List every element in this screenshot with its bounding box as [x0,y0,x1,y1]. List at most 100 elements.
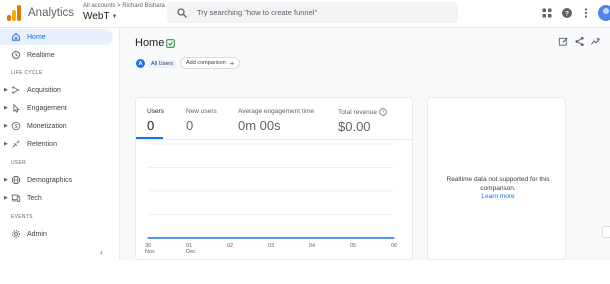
x-tick-month-label: Dec [186,249,196,255]
chart-point [188,237,190,239]
sidebar-item-acquisition[interactable]: ▶ Acquisition [0,82,113,98]
page-title: Home [135,37,165,49]
search-icon [177,7,187,18]
help-icon[interactable]: ? [561,7,573,19]
metric-avg-engagement-time[interactable]: Average engagement time 0m 00s [238,108,314,133]
sidebar-item-label: Demographics [27,176,73,184]
sidebar-item-tech[interactable]: ▶ Tech [0,190,113,206]
chart-point [229,237,231,239]
metric-value: 0 [147,118,155,133]
sidebar-item-label: Acquisition [27,86,61,94]
gear-icon [12,230,20,238]
metric-value: 0 [186,118,194,133]
edit-report-icon[interactable] [558,36,569,47]
sidebar-item-admin[interactable]: Admin [0,226,113,242]
acquisition-icon [12,86,20,94]
sidebar-item-retention[interactable]: ▶ Retention [0,136,113,152]
apps-grid-icon[interactable] [541,7,553,19]
metric-label: Total revenue [338,108,378,116]
realtime-unsupported-message: Realtime data not supported for this com… [446,176,550,192]
share-icon[interactable] [574,36,585,47]
sidebar-item-monetization[interactable]: ▶ $ Monetization [0,118,113,134]
chart-point [352,237,354,239]
home-icon [12,33,20,41]
sidebar-item-label: Tech [27,194,42,202]
segment-label: All Users [148,59,177,68]
sidebar-item-engagement[interactable]: ▶ Engagement [0,100,113,116]
globe-icon [11,175,21,185]
x-tick-label: 04 [309,243,315,249]
segment-chip-all-users[interactable]: A All Users [136,58,177,69]
sidebar-item-home[interactable]: Home [0,29,113,45]
section-label-user: USER [11,160,27,166]
metrics-chart-card: Users 0 New users 0 Average engagement t… [135,97,413,260]
sidebar-item-label: Home [27,33,46,41]
info-icon[interactable]: ? [379,108,387,116]
sidebar-item-realtime[interactable]: Realtime [0,47,113,63]
chart-point [270,237,272,239]
insights-icon[interactable] [590,36,601,47]
tech-icon [11,194,21,202]
x-tick-label: 02 [227,243,233,249]
expand-arrow-icon: ▶ [4,141,8,147]
sidebar-item-label: Engagement [27,104,67,112]
expand-arrow-icon: ▶ [4,123,8,129]
expand-arrow-icon: ▶ [4,195,8,201]
property-selector[interactable]: WebT ▼ [83,11,117,22]
feedback-button[interactable] [602,226,610,238]
sidebar-item-label: Monetization [27,122,67,130]
section-label-lifecycle: LIFE CYCLE [11,70,43,76]
metric-label: Average engagement time [238,108,315,115]
metric-new-users[interactable]: New users 0 [186,108,217,133]
metric-users[interactable]: Users 0 [147,108,164,133]
main-content: Home A All Users Add comparison + Users … [120,28,610,260]
section-label-events: EVENTS [11,214,33,220]
add-comparison-label: Add comparison [186,60,226,66]
monetization-icon: $ [11,121,21,131]
sidebar-item-label: Retention [27,140,57,148]
sidebar-item-label: Admin [27,230,47,238]
top-bar: Analytics All accounts > Richard Bishara… [0,0,610,28]
users-line-chart: 30Nov01Dec02 03 04 05 06 [145,143,397,255]
realtime-icon [12,51,20,59]
add-comparison-button[interactable]: Add comparison + [180,57,241,69]
property-name: WebT [83,11,110,22]
realtime-card: Realtime data not supported for this com… [427,97,566,260]
collapse-sidebar-button[interactable]: ‹ [100,247,103,257]
search-bar[interactable] [167,2,458,23]
chevron-down-icon: ▼ [111,13,118,20]
retention-icon [12,140,20,148]
metric-total-revenue[interactable]: Total revenue ? $0.00 [338,108,387,134]
sidebar-item-demographics[interactable]: ▶ Demographics [0,172,113,188]
x-tick-label: 05 [350,243,356,249]
search-input[interactable] [197,8,437,17]
metric-value: $0.00 [338,119,371,134]
metric-value: 0m 00s [238,118,281,133]
segment-letter: A [136,59,145,68]
x-tick-label: 03 [268,243,274,249]
chart-point [393,237,395,239]
chart-point [147,237,149,239]
expand-arrow-icon: ▶ [4,177,8,183]
svg-text:$: $ [15,124,18,130]
chart-point [311,237,313,239]
plus-icon: + [229,58,235,68]
more-vert-icon[interactable] [580,7,592,19]
account-breadcrumb[interactable]: All accounts > Richard Bishara [83,3,165,9]
engagement-icon [13,103,20,113]
sidebar-item-label: Realtime [27,51,55,59]
avatar[interactable] [598,5,610,21]
sidebar: Home Realtime LIFE CYCLE ▶ Acquisition ▶… [0,28,120,260]
metric-label: New users [186,108,217,115]
expand-arrow-icon: ▶ [4,105,8,111]
analytics-logo-icon[interactable] [7,5,21,21]
expand-arrow-icon: ▶ [4,87,8,93]
verified-check-icon[interactable] [166,39,175,48]
metric-label: Users [147,108,164,115]
x-tick-month-label: Nov [145,249,155,255]
svg-text:?: ? [565,10,569,17]
app-title: Analytics [28,7,75,19]
svg-text:?: ? [382,110,385,115]
learn-more-link[interactable]: Learn more [438,193,558,202]
x-tick-label: 06 [391,243,397,249]
